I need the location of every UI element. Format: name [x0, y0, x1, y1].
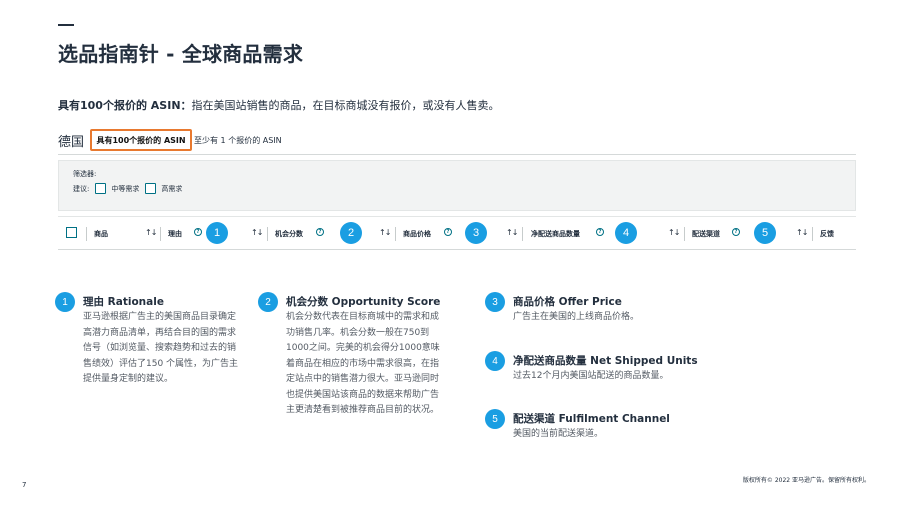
page-number: 7: [22, 481, 27, 489]
info-icon[interactable]: ?: [194, 228, 202, 236]
title-accent-dash: [58, 24, 74, 26]
column-divider: [86, 227, 87, 241]
page-title: 选品指南针 - 全球商品需求: [58, 42, 304, 66]
note-rationale: 1 理由 Rationale 亚马逊根据广告主的美国商品目录确定高潜力商品清单，…: [55, 292, 250, 412]
note-body: 美国的当前配送渠道。: [513, 429, 604, 439]
note-title: 理由 Rationale: [83, 296, 164, 308]
table-header: 商品 ↑↓ 理由 ? 1 ↑↓ 机会分数 ? 2 ↑↓ 商品价格 ? 3 ↑↓ …: [58, 216, 856, 250]
note-badge-4: 4: [485, 351, 505, 371]
column-divider: [812, 227, 813, 241]
tab-at-least-1-offer-asin[interactable]: 至少有 1 个报价的 ASIN: [194, 135, 282, 146]
note-fulfilment-channel: 5 配送渠道 Fulfilment Channel 美国的当前配送渠道。: [485, 409, 745, 449]
callout-badge-5: 5: [754, 222, 776, 244]
column-header-rationale[interactable]: 理由: [168, 229, 182, 239]
note-offer-price: 3 商品价格 Offer Price 广告主在美国的上线商品价格。: [485, 292, 745, 332]
note-body: 过去12个月内美国站配送的商品数量。: [513, 371, 669, 381]
note-net-shipped-units: 4 净配送商品数量 Net Shipped Units 过去12个月内美国站配送…: [485, 351, 745, 391]
note-title: 机会分数 Opportunity Score: [286, 296, 441, 308]
note-title: 配送渠道 Fulfilment Channel: [513, 413, 670, 425]
intro-bold-term: 具有100个报价的 ASIN：: [58, 99, 192, 112]
filter-panel: 筛选器: 建议: 中等需求 高需求: [58, 160, 856, 211]
sort-icon[interactable]: ↑↓: [145, 228, 157, 237]
column-header-product[interactable]: 商品: [94, 229, 108, 239]
column-divider: [522, 227, 523, 241]
note-title: 商品价格 Offer Price: [513, 296, 622, 308]
column-divider: [395, 227, 396, 241]
tab-100-offers-asin[interactable]: 具有100个报价的 ASIN: [90, 129, 193, 151]
callout-badge-2: 2: [340, 222, 362, 244]
info-icon[interactable]: ?: [316, 228, 324, 236]
callout-badge-3: 3: [465, 222, 487, 244]
note-badge-2: 2: [258, 292, 278, 312]
note-title: 净配送商品数量 Net Shipped Units: [513, 355, 698, 367]
note-badge-3: 3: [485, 292, 505, 312]
sort-icon[interactable]: ↑↓: [506, 228, 518, 237]
filter-title: 筛选器:: [73, 170, 97, 178]
note-badge-5: 5: [485, 409, 505, 429]
copyright-notice: 版权所有© 2022 亚马逊广告。保留所有权利。: [742, 477, 870, 484]
filter-high-demand-label: 高需求: [161, 184, 183, 193]
country-label: 德国: [58, 134, 85, 150]
column-header-fulfilment-channel[interactable]: 配送渠道: [692, 229, 720, 239]
column-header-offer-price[interactable]: 商品价格: [403, 229, 431, 239]
sort-icon[interactable]: ↑↓: [668, 228, 680, 237]
column-divider: [160, 227, 161, 241]
filter-high-demand-checkbox[interactable]: [145, 183, 157, 194]
callout-badge-1: 1: [206, 222, 228, 244]
callout-badge-4: 4: [615, 222, 637, 244]
note-body: 广告主在美国的上线商品价格。: [513, 312, 640, 322]
column-header-feedback[interactable]: 反馈: [820, 229, 834, 239]
sort-icon[interactable]: ↑↓: [796, 228, 808, 237]
filter-medium-demand-label: 中等需求: [111, 184, 140, 193]
note-badge-1: 1: [55, 292, 75, 312]
info-icon[interactable]: ?: [732, 228, 740, 236]
note-body: 亚马逊根据广告主的美国商品目录确定高潜力商品清单，再结合目的国的需求信号（如浏览…: [83, 312, 239, 384]
info-icon[interactable]: ?: [444, 228, 452, 236]
column-divider: [267, 227, 268, 241]
tab-bar: 德国 具有100个报价的 ASIN 至少有 1 个报价的 ASIN: [58, 128, 282, 152]
column-header-opportunity-score[interactable]: 机会分数: [275, 229, 303, 239]
note-opportunity-score: 2 机会分数 Opportunity Score 机会分数代表在目标商城中的需求…: [258, 292, 458, 442]
tab-bar-divider: [58, 154, 856, 155]
sort-icon[interactable]: ↑↓: [379, 228, 391, 237]
column-header-net-shipped-units[interactable]: 净配送商品数量: [531, 229, 580, 239]
select-all-checkbox[interactable]: [66, 227, 77, 238]
sort-icon[interactable]: ↑↓: [251, 228, 263, 237]
note-body: 机会分数代表在目标商城中的需求和成功销售几率。机会分数一般在750到1000之间…: [286, 312, 440, 415]
filter-medium-demand-checkbox[interactable]: [95, 183, 107, 194]
column-divider: [684, 227, 685, 241]
intro-definition: 指在美国站销售的商品，在目标商城没有报价，或没有人售卖。: [191, 99, 500, 112]
filter-row: 建议: 中等需求 高需求: [73, 183, 182, 194]
filter-suggestion-label: 建议:: [73, 184, 90, 193]
intro-text: 具有100个报价的 ASIN：指在美国站销售的商品，在目标商城没有报价，或没有人…: [58, 97, 500, 113]
info-icon[interactable]: ?: [596, 228, 604, 236]
